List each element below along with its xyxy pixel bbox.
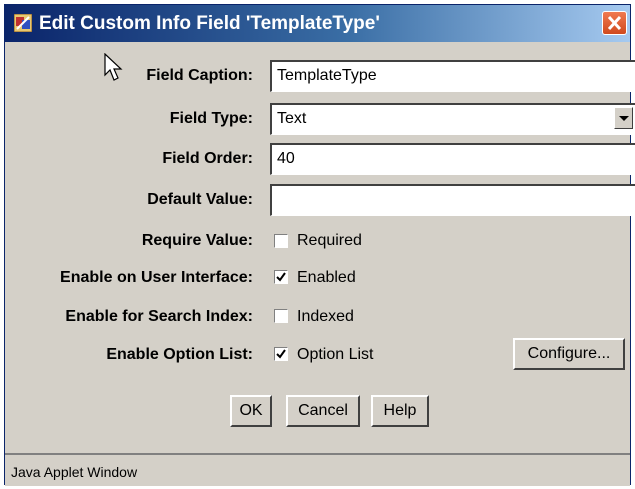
- field-caption-value: TemplateType: [277, 67, 377, 84]
- field-type-dropdown-button[interactable]: [614, 107, 633, 129]
- ok-button[interactable]: OK: [230, 395, 272, 427]
- indexed-checkbox-label[interactable]: Indexed: [297, 308, 354, 326]
- field-caption-input[interactable]: TemplateType: [270, 60, 635, 92]
- field-type-select[interactable]: Text: [270, 103, 635, 135]
- default-value-label: Default Value:: [147, 191, 253, 208]
- checkmark-icon: [276, 272, 286, 282]
- help-button[interactable]: Help: [371, 395, 429, 427]
- cancel-button[interactable]: Cancel: [286, 395, 360, 427]
- status-bar: Java Applet Window: [5, 453, 630, 486]
- configure-button[interactable]: Configure...: [513, 338, 625, 370]
- chevron-down-icon: [619, 116, 629, 121]
- close-button[interactable]: [602, 11, 627, 35]
- title-bar[interactable]: Edit Custom Info Field 'TemplateType': [5, 5, 630, 42]
- enable-ui-label: Enable on User Interface:: [60, 269, 253, 286]
- java-applet-icon: [14, 14, 32, 32]
- require-value-label: Require Value:: [141, 232, 253, 249]
- field-type-value: Text: [277, 110, 307, 127]
- required-checkbox-label[interactable]: Required: [297, 232, 362, 250]
- field-order-value: 40: [277, 150, 295, 167]
- enabled-checkbox[interactable]: [274, 270, 288, 284]
- enable-option-list-label: Enable Option List:: [106, 346, 253, 363]
- enable-search-label: Enable for Search Index:: [65, 308, 253, 325]
- dialog-window: Edit Custom Info Field 'TemplateType' Fi…: [4, 4, 635, 486]
- indexed-checkbox[interactable]: [274, 309, 288, 323]
- option-list-checkbox[interactable]: [274, 347, 288, 361]
- option-list-checkbox-label[interactable]: Option List: [297, 346, 373, 364]
- field-order-label: Field Order:: [162, 150, 253, 167]
- field-type-label: Field Type:: [169, 110, 253, 127]
- required-checkbox[interactable]: [274, 234, 288, 248]
- default-value-input[interactable]: [270, 184, 635, 216]
- enabled-checkbox-label[interactable]: Enabled: [297, 269, 356, 287]
- field-order-input[interactable]: 40: [270, 143, 635, 175]
- field-caption-label: Field Caption:: [146, 67, 253, 84]
- checkmark-icon: [276, 349, 286, 359]
- window-title: Edit Custom Info Field 'TemplateType': [39, 13, 380, 34]
- close-icon: [607, 15, 622, 31]
- status-text: Java Applet Window: [11, 464, 138, 480]
